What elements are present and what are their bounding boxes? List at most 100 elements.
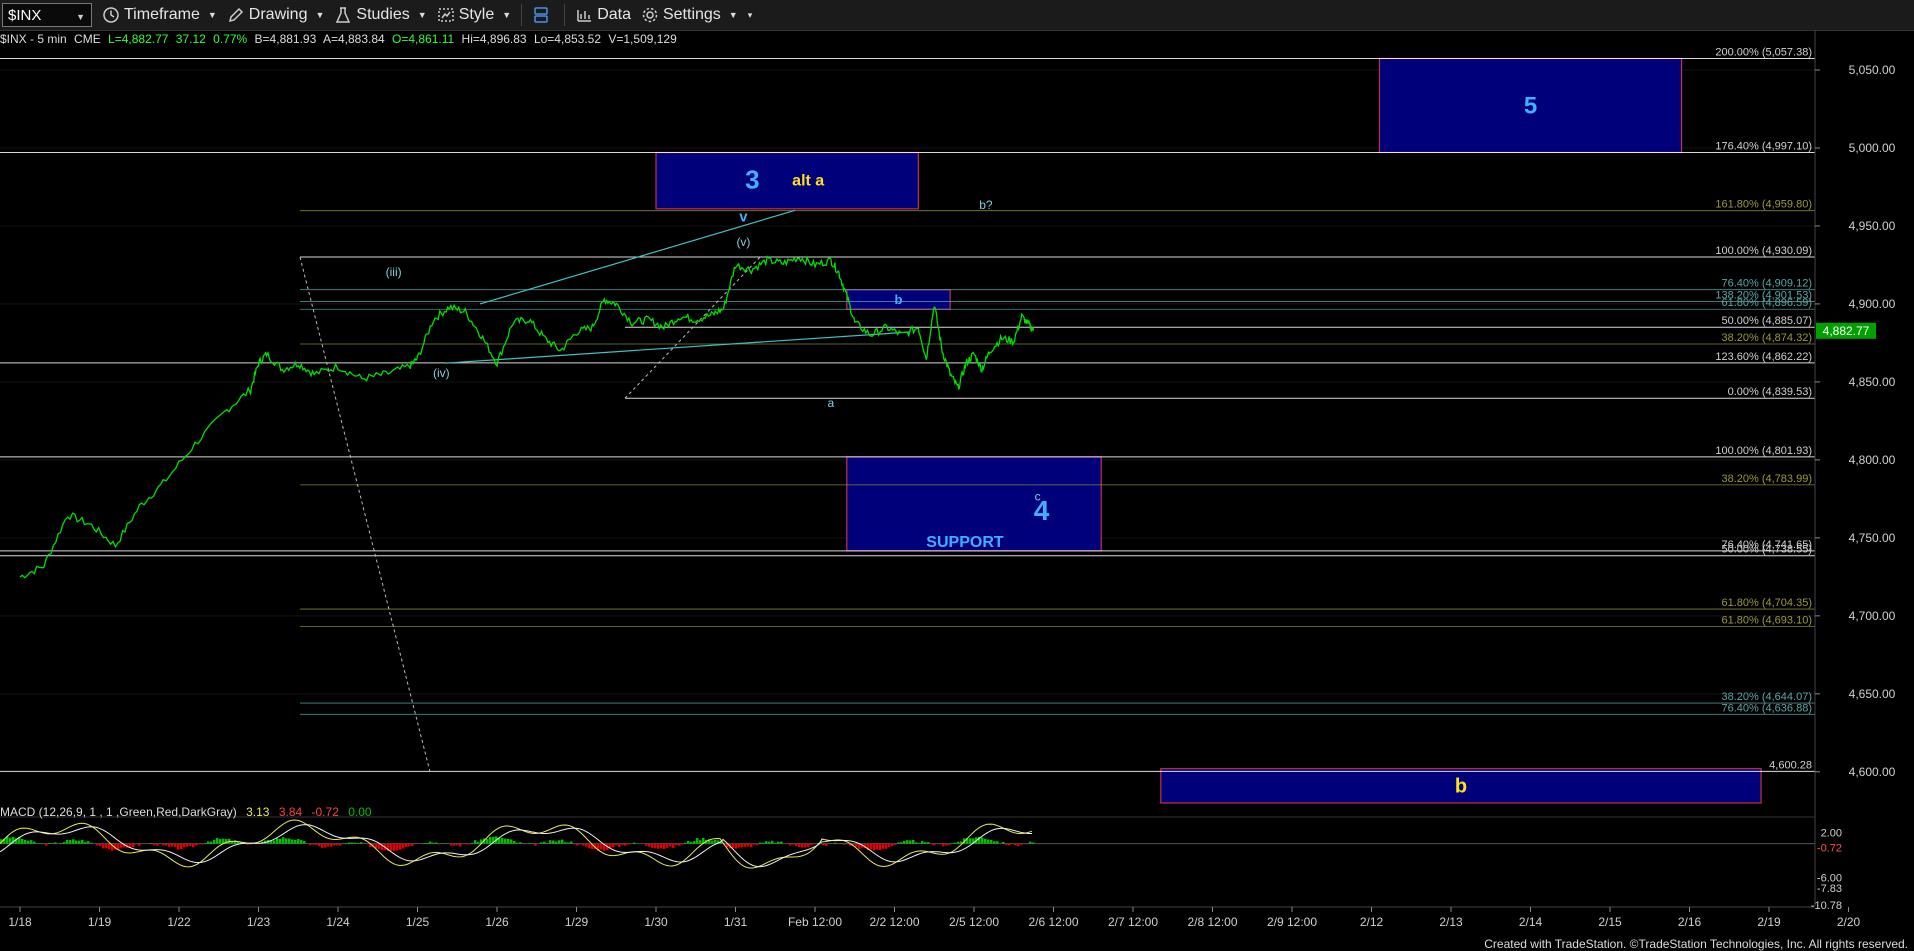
macd-hist-bar [1032,842,1035,844]
macd-hist-bar [639,843,642,845]
macd-hist-bar [588,843,591,849]
box-label-b: b [894,292,902,307]
drawing-button[interactable]: Drawing ▼ [227,1,324,29]
fib-label: 61.80% (4,704.35) [1721,597,1812,609]
fib-label: 200.00% (5,057.38) [1715,46,1812,58]
x-tick-label: 1/18 [8,915,32,929]
macd-hist-bar [21,839,24,844]
fib-label: 50.00% (4,738.55) [1721,544,1812,556]
macd-hist-bar [504,838,507,844]
macd-hist-bar [150,842,153,844]
macd-hist-bar [645,843,648,846]
macd-hist-bar [570,841,573,844]
macd-hist-bar [696,838,699,844]
settings-button[interactable]: Settings ▼ ▾ [641,1,752,29]
macd-hist-bar [654,843,657,849]
macd-hist-bar [45,843,48,846]
macd-hist-bar [822,843,825,846]
macd-hist-bar [1029,841,1032,844]
macd-value-1: 3.13 [246,805,270,819]
macd-hist-bar [501,837,504,844]
style-button[interactable]: Style ▼ [437,1,511,29]
macd-hist-bar [564,842,567,844]
macd-hist-bar [651,843,654,848]
timeframe-button[interactable]: Timeframe ▼ [102,1,217,29]
wave-label: b? [979,198,993,212]
macd-hist-bar [555,841,558,844]
macd-hist-bar [330,843,333,847]
x-tick-label: 2/7 12:00 [1108,915,1158,929]
macd-hist-bar [996,841,999,844]
macd-hist-bar [942,843,945,847]
macd-hist-bar [309,843,312,846]
macd-hist-bar [624,843,627,846]
fib-label: 61.80% (4,896.59) [1721,297,1812,309]
x-tick-label: 1/26 [485,915,509,929]
more-icon[interactable]: ▾ [748,10,753,21]
macd-hist-bar [216,837,219,844]
macd-hist-bar [540,842,543,844]
macd-hist-bar [744,843,747,847]
fib-label: 50.00% (4,885.07) [1721,315,1812,327]
macd-hist-bar [153,843,156,846]
macd-hist-bar [408,843,411,847]
macd-hist-bar [921,840,924,844]
macd-hist-bar [426,843,429,844]
macd-hist-bar [765,841,768,844]
macd-hist-bar [747,843,750,847]
fib-label: 38.20% (4,783.99) [1721,473,1812,485]
macd-hist-bar [1017,843,1020,846]
macd-hist-bar [63,842,66,844]
macd-hist-bar [198,843,201,845]
layout-button[interactable] [532,1,554,29]
support-label: SUPPORT [926,534,1004,551]
symbol-dropdown-icon[interactable]: ▼ [76,12,85,22]
macd-hist-bar [549,840,552,844]
macd-hist-bar [429,841,432,844]
macd-hist-bar [690,841,693,844]
macd-hist-bar [513,840,516,844]
macd-hist-bar [855,843,858,847]
studies-dropdown-icon: ▼ [417,10,427,20]
macd-hist-bar [165,843,168,846]
macd-hist-bar [282,837,285,844]
macd-hist-bar [30,840,33,844]
macd-hist-bar [1005,843,1008,845]
macd-hist-bar [399,843,402,850]
macd-hist-bar [666,843,669,848]
macd-hist-bar [486,839,489,844]
macd-hist-bar [675,843,678,846]
data-button[interactable]: Data [575,1,631,29]
price-chart[interactable]: 53 alt ab4SUPPORTb 200.00% (5,057.38)176.… [0,31,1914,931]
x-tick-label: Feb 12:00 [788,915,842,929]
macd-hist-bar [24,839,27,844]
macd-hist-bar [534,843,537,846]
macd-hist-bar [981,837,984,844]
macd-hist-bar [948,843,951,845]
layout-icon [534,7,548,23]
macd-value-2: 3.84 [278,805,303,819]
macd-hist-bar [246,843,249,845]
macd-hist-bar [90,842,93,844]
studies-button[interactable]: Studies ▼ [334,1,427,29]
macd-hist-bar [324,843,327,848]
macd-hist-bar [813,843,816,845]
macd-hist-bar [78,840,81,844]
studies-label: Studies [356,6,410,23]
macd-hist-bar [108,843,111,850]
data-label: Data [597,6,631,23]
macd-hist-bar [219,839,222,844]
style-label: Style [458,6,495,23]
macd-hist-bar [285,838,288,844]
macd-hist-bar [195,843,198,846]
x-tick-label: 1/22 [167,915,191,929]
macd-hist-bar [9,837,12,844]
macd-hist-bar [315,843,318,845]
last-price-label: 4,882.77 [1823,324,1870,338]
y-axis: 4,600.00 4,650.00 4,700.00 4,750.00 4,800.00… [1814,31,1896,906]
macd-hist-bar [789,843,792,846]
macd-hist-bar [72,839,75,844]
symbol-input[interactable]: $INX ▼ [2,3,92,27]
macd-panel: 2.00-0.72-6.00-7.83-10.78 [0,816,1842,912]
x-tick-label: 2/9 12:00 [1267,915,1317,929]
